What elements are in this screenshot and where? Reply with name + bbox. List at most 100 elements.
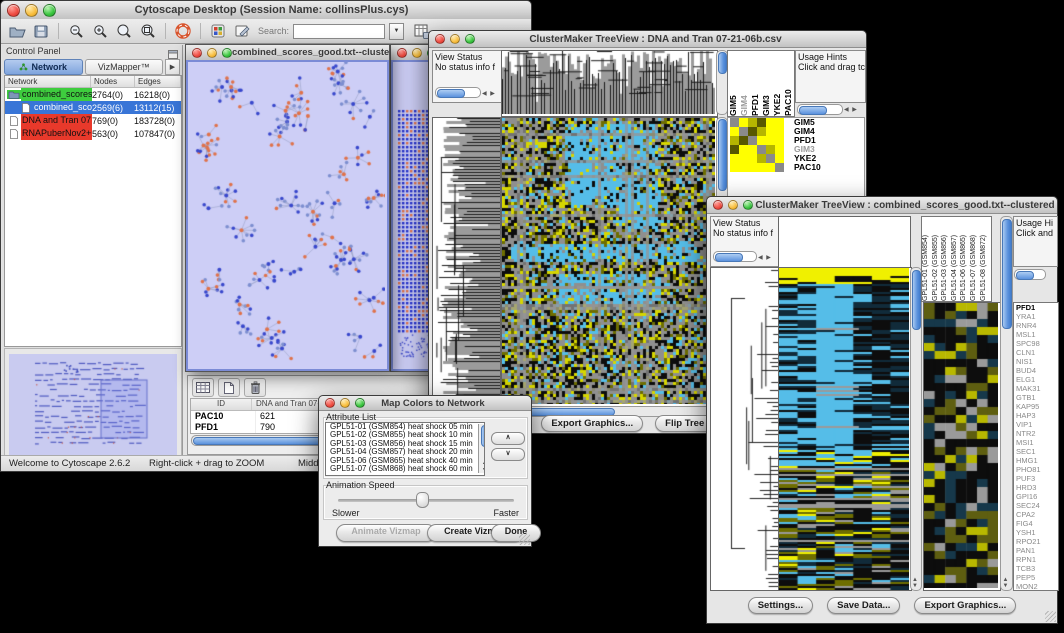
close-button[interactable] xyxy=(397,48,407,58)
matrix-cell[interactable] xyxy=(748,136,757,145)
column-label[interactable]: GIM5 xyxy=(728,51,739,116)
gene-label[interactable]: RPN1 xyxy=(1016,555,1058,564)
export-graphics-button[interactable]: Export Graphics... xyxy=(541,415,643,432)
matrix-cell[interactable] xyxy=(775,145,784,154)
new-attribute-icon[interactable] xyxy=(218,378,240,397)
zoom-out-icon[interactable] xyxy=(66,22,86,40)
col-header-id[interactable]: ID xyxy=(191,399,252,410)
matrix-cell[interactable] xyxy=(757,145,766,154)
gene-label[interactable]: RNR4 xyxy=(1016,321,1058,330)
help-ring-icon[interactable] xyxy=(173,22,193,40)
scroll-arrows[interactable]: ◀ ▶ xyxy=(758,253,772,263)
gene-label[interactable]: MSL1 xyxy=(1016,330,1058,339)
tv2-global-heatmap[interactable] xyxy=(778,267,912,591)
matrix-cell[interactable] xyxy=(766,163,775,172)
zoom-in-icon[interactable] xyxy=(90,22,110,40)
column-label[interactable]: GPL51-06 (GSM865) xyxy=(960,217,970,301)
tv2-row-dendrogram[interactable] xyxy=(710,267,779,591)
scroll-up-arrow[interactable]: ▲ xyxy=(480,460,485,466)
matrix-cell[interactable] xyxy=(757,127,766,136)
resize-grip[interactable] xyxy=(519,534,530,545)
zoom-button[interactable] xyxy=(465,34,475,44)
network-overview-canvas[interactable] xyxy=(9,354,177,459)
gene-label[interactable]: PEP5 xyxy=(1016,573,1058,582)
column-label[interactable]: PFD1 xyxy=(750,51,761,116)
zoom-button[interactable] xyxy=(355,398,365,408)
tv2-zoom-vscrollbar[interactable]: ▲▼ xyxy=(1000,216,1013,591)
gene-label[interactable]: BUD4 xyxy=(1016,366,1058,375)
matrix-cell[interactable] xyxy=(730,154,739,163)
column-label[interactable]: GPL51-08 (GSM872) xyxy=(980,217,990,301)
minimize-button[interactable] xyxy=(412,48,422,58)
matrix-cell[interactable] xyxy=(775,154,784,163)
annotation-icon[interactable] xyxy=(232,22,252,40)
matrix-cell[interactable] xyxy=(730,136,739,145)
scroll-down-arrow[interactable]: ▼ xyxy=(480,467,485,473)
matrix-cell[interactable] xyxy=(766,145,775,154)
gene-label[interactable]: MSI1 xyxy=(1016,438,1058,447)
tab-network[interactable]: Network xyxy=(4,59,83,75)
col-header-network[interactable]: Network xyxy=(5,76,91,87)
network-row[interactable]: combined_scores2764(0)16218(0) xyxy=(5,88,181,101)
tv2-hints-scrollbar[interactable] xyxy=(1014,269,1046,280)
gene-label[interactable]: GPI16 xyxy=(1016,492,1058,501)
close-button[interactable] xyxy=(325,398,335,408)
gene-label[interactable]: NIS1 xyxy=(1016,357,1058,366)
gene-label[interactable]: YSH1 xyxy=(1016,528,1058,537)
zoom-button[interactable] xyxy=(222,48,232,58)
gene-label[interactable]: MON2 xyxy=(1016,582,1058,591)
matrix-cell[interactable] xyxy=(748,118,757,127)
dialog-titlebar[interactable]: Map Colors to Network xyxy=(319,396,531,411)
network-canvas-1[interactable] xyxy=(188,62,385,369)
main-titlebar[interactable]: Cytoscape Desktop (Session Name: collins… xyxy=(1,1,531,20)
close-button[interactable] xyxy=(713,200,723,210)
animation-speed-slider-thumb[interactable] xyxy=(416,492,429,508)
tv1-column-dendrogram[interactable] xyxy=(501,50,718,117)
gene-label[interactable]: NTR2 xyxy=(1016,429,1058,438)
close-button[interactable] xyxy=(435,34,445,44)
tv2-zoom-heatmap[interactable] xyxy=(923,302,1001,591)
resize-grip[interactable] xyxy=(1045,611,1056,622)
attribute-list-scrollbar[interactable]: ▲ ▼ xyxy=(478,424,485,473)
gene-label[interactable]: ELG1 xyxy=(1016,375,1058,384)
tv1-zoom-heatmap[interactable] xyxy=(730,118,784,172)
gene-label[interactable]: HMG1 xyxy=(1016,456,1058,465)
tv1-column-labels[interactable]: GIM5GIM4PFD1GIM3YKE2PAC10 xyxy=(727,50,795,117)
gene-label[interactable]: FIG4 xyxy=(1016,519,1058,528)
move-up-button[interactable]: ∧ xyxy=(491,432,525,445)
matrix-cell[interactable] xyxy=(739,163,748,172)
net1-view[interactable] xyxy=(186,60,389,371)
column-label[interactable]: GIM4 xyxy=(739,51,750,116)
gene-label[interactable]: VIP1 xyxy=(1016,420,1058,429)
matrix-cell[interactable] xyxy=(766,127,775,136)
matrix-cell[interactable] xyxy=(757,136,766,145)
zoom-button[interactable] xyxy=(43,4,56,17)
gene-label[interactable]: PFD1 xyxy=(1016,303,1058,312)
gene-label[interactable]: SEC1 xyxy=(1016,447,1058,456)
tv1-row-dendrogram[interactable] xyxy=(432,117,501,405)
search-input[interactable] xyxy=(293,24,385,39)
minimize-button[interactable] xyxy=(728,200,738,210)
attribute-list[interactable]: GPL51-01 (GSM854) heat shock 05 minGPL51… xyxy=(325,422,485,476)
zoom-selected-icon[interactable] xyxy=(138,22,158,40)
matrix-cell[interactable] xyxy=(748,127,757,136)
gene-label[interactable]: SPC98 xyxy=(1016,339,1058,348)
tv2-gene-labels[interactable]: PFD1YRA1RNR4MSL1SPC98CLN1NIS1BUD4ELG1MAK… xyxy=(1013,302,1059,591)
attribute-list-item[interactable]: GPL51-07 (GSM868) heat shock 60 min xyxy=(328,465,484,473)
tv2-column-dendrogram[interactable] xyxy=(778,216,911,268)
tv2-status-scrollbar[interactable] xyxy=(713,251,757,262)
minimize-button[interactable] xyxy=(25,4,38,17)
network-table-header[interactable]: Network Nodes Edges xyxy=(5,76,181,88)
gene-label[interactable]: SEC24 xyxy=(1016,501,1058,510)
close-button[interactable] xyxy=(7,4,20,17)
tab-vizmapper[interactable]: VizMapper™ xyxy=(85,59,164,75)
scroll-arrows[interactable]: ◀ ▶ xyxy=(844,106,858,113)
column-label[interactable]: GPL51-07 (GSM868) xyxy=(970,217,980,301)
minimize-button[interactable] xyxy=(207,48,217,58)
tv1-status-scrollbar[interactable] xyxy=(435,87,481,98)
open-folder-icon[interactable] xyxy=(7,22,27,40)
matrix-cell[interactable] xyxy=(730,163,739,172)
select-attributes-icon[interactable] xyxy=(192,378,214,397)
gene-label[interactable]: RPO21 xyxy=(1016,537,1058,546)
search-dropdown-icon[interactable]: ▼ xyxy=(389,23,404,40)
